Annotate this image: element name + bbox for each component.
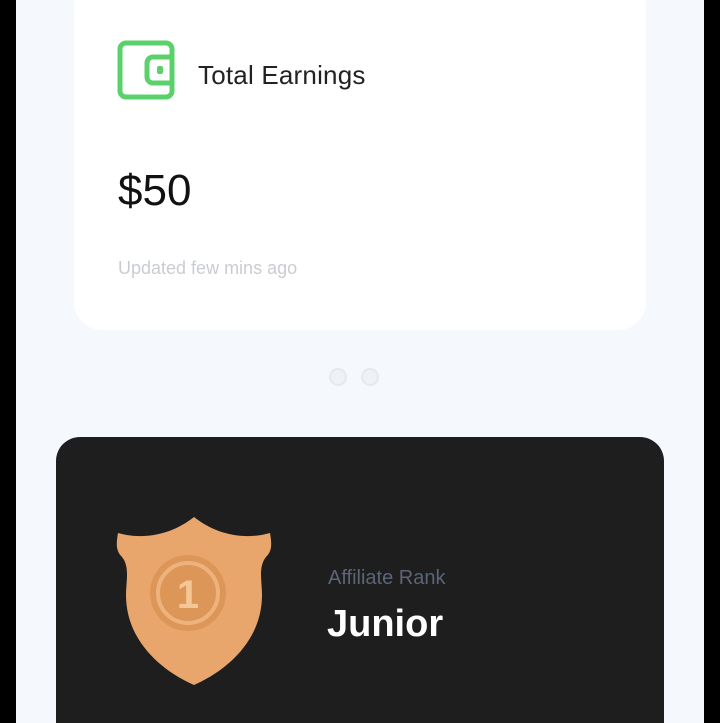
rank-label: Affiliate Rank (328, 567, 446, 589)
rank-value: Junior (327, 603, 444, 645)
earnings-amount: $50 (118, 166, 192, 215)
carousel-dot-2[interactable] (361, 368, 379, 386)
updated-timestamp: Updated few mins ago (118, 258, 298, 278)
wallet-icon (117, 40, 179, 100)
shield-badge-icon: 1 (112, 511, 276, 691)
carousel-indicator (329, 368, 379, 386)
carousel-dot-1[interactable] (329, 368, 347, 386)
badge-number: 1 (177, 573, 199, 617)
app-screen: Total Earnings $50 Updated few mins ago … (16, 0, 704, 723)
card-title: Total Earnings (198, 60, 366, 90)
affiliate-rank-card[interactable]: 1 Affiliate Rank Junior (56, 437, 664, 723)
total-earnings-card[interactable]: Total Earnings $50 Updated few mins ago (74, 0, 646, 330)
